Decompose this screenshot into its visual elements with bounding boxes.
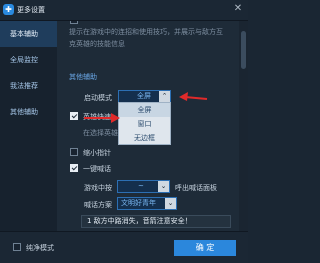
dropdown-option-fullscreen[interactable]: 全屏 bbox=[119, 103, 170, 117]
small-pointer-checkbox[interactable] bbox=[70, 148, 78, 156]
game-shout-label: 游戏中按 bbox=[84, 184, 112, 192]
sidebar-item-global-monitor[interactable]: 全局监控 bbox=[0, 47, 57, 73]
pure-mode-checkbox[interactable] bbox=[13, 243, 21, 251]
desc-line-2: 克英雄的技能信息 bbox=[69, 40, 125, 48]
sidebar-item-other-assist[interactable]: 其他辅助 bbox=[0, 99, 57, 125]
pure-mode-label: 纯净模式 bbox=[26, 244, 54, 252]
ok-button[interactable]: 确 定 bbox=[174, 240, 236, 256]
launch-mode-label: 启动模式 bbox=[84, 94, 112, 102]
app-icon: ✚ bbox=[3, 4, 14, 15]
shout-message-row[interactable]: 1 敌方中路消失，音箭注意安全！ bbox=[81, 215, 231, 228]
hero-quick-label: 英雄快速 bbox=[83, 113, 111, 121]
game-shout-key-select[interactable]: ~ ⌄ bbox=[117, 180, 170, 193]
desc-line-1: 提示在游戏中的连招和使用技巧，并展示与敌方互 bbox=[69, 28, 223, 36]
chevron-down-icon[interactable]: ⌄ bbox=[158, 181, 169, 192]
chevron-down-icon[interactable]: ⌃ bbox=[159, 91, 170, 102]
checkbox-cut-off[interactable] bbox=[70, 21, 78, 24]
one-key-shout-checkbox[interactable] bbox=[70, 164, 78, 172]
title-bar: ✚ 更多设置 ✕ bbox=[0, 0, 248, 21]
sidebar-item-basic-assist[interactable]: 基本辅助 bbox=[0, 21, 57, 47]
sidebar: 基本辅助 全局监控 我法推荐 其他辅助 bbox=[0, 21, 57, 231]
scroll-thumb[interactable] bbox=[241, 31, 246, 69]
hero-quick-checkbox[interactable] bbox=[70, 112, 78, 120]
section-title: 其他辅助 bbox=[69, 73, 97, 81]
launch-mode-dropdown: 全屏 窗口 无边框 bbox=[118, 102, 171, 145]
dropdown-option-borderless[interactable]: 无边框 bbox=[119, 131, 170, 145]
game-shout-suffix: 呼出喊话面板 bbox=[175, 184, 217, 192]
small-pointer-label: 缩小指针 bbox=[83, 149, 111, 157]
game-shout-key-value: ~ bbox=[138, 182, 144, 190]
dropdown-option-windowed[interactable]: 窗口 bbox=[119, 117, 170, 131]
one-key-shout-label: 一键喊话 bbox=[83, 165, 111, 173]
shout-scheme-value: 文明好青年 bbox=[121, 199, 156, 207]
shout-scheme-label: 喊话方案 bbox=[84, 201, 112, 209]
footer-bar: 纯净模式 确 定 bbox=[0, 231, 248, 263]
window-title: 更多设置 bbox=[17, 6, 45, 14]
scrollbar[interactable] bbox=[239, 21, 248, 231]
shout-scheme-select[interactable]: 文明好青年 ⌄ bbox=[117, 197, 177, 210]
shout-message-text: 1 敌方中路消失，音箭注意安全！ bbox=[87, 217, 192, 225]
launch-mode-value: 全屏 bbox=[137, 92, 151, 100]
chevron-down-icon[interactable]: ⌄ bbox=[165, 198, 176, 209]
sidebar-item-recommend[interactable]: 我法推荐 bbox=[0, 73, 57, 99]
close-button[interactable]: ✕ bbox=[232, 3, 244, 15]
hero-quick-desc: 在选择英雄 bbox=[83, 129, 118, 137]
